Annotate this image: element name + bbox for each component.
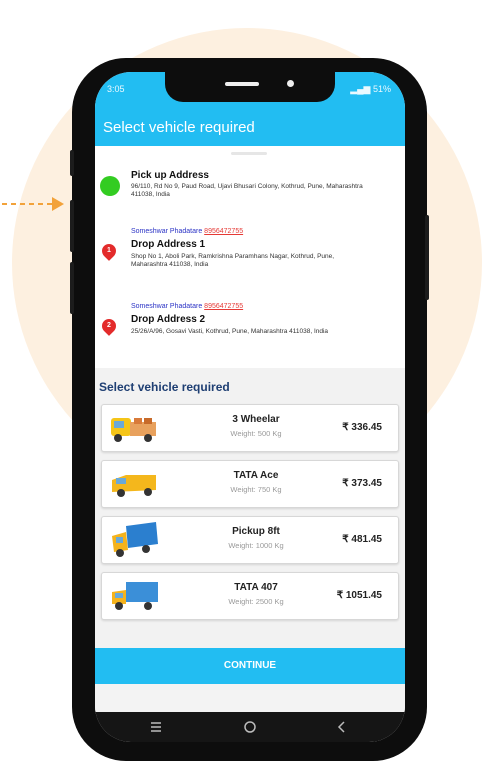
drop-contact: Someshwar Phadatare 8956472755 bbox=[131, 303, 244, 310]
phone-side-button bbox=[70, 200, 74, 252]
pointer-arrow-icon bbox=[2, 197, 64, 211]
vehicle-price: ₹ 336.45 bbox=[342, 422, 382, 433]
speaker bbox=[225, 82, 259, 86]
vehicle-price: ₹ 1051.45 bbox=[336, 590, 382, 601]
section-title: Select vehicle required bbox=[99, 380, 230, 394]
drop-address-text: 25/26/A/96, Gosavi Vasti, Kothrud, Pune,… bbox=[131, 328, 329, 335]
vehicle-card-tata-407[interactable]: TATA 407 Weight: 2500 Kg ₹ 1051.45 bbox=[101, 572, 399, 620]
back-icon[interactable] bbox=[333, 718, 351, 736]
address-list: Pick up Address 96/110, Rd No 9, Paud Ro… bbox=[95, 146, 405, 368]
vehicle-price: ₹ 481.45 bbox=[342, 534, 382, 545]
vehicle-name: TATA Ace bbox=[233, 470, 279, 481]
home-icon[interactable] bbox=[241, 718, 259, 736]
phone-side-button bbox=[70, 262, 74, 314]
mini-truck-icon bbox=[112, 475, 156, 497]
vehicle-card-3-wheelar[interactable]: 3 Wheelar Weight: 500 Kg ₹ 336.45 bbox=[101, 404, 399, 452]
phone-notch bbox=[165, 72, 335, 102]
pickup-truck-icon bbox=[112, 522, 158, 557]
vehicle-price: ₹ 373.45 bbox=[342, 478, 382, 489]
vehicle-name: TATA 407 bbox=[234, 582, 278, 593]
vehicle-card-pickup-8ft[interactable]: Pickup 8ft Weight: 1000 Kg ₹ 481.45 bbox=[101, 516, 399, 564]
pickup-address-text: 96/110, Rd No 9, Paud Road, Ujavi Bhusar… bbox=[131, 183, 363, 198]
vehicle-weight: Weight: 2500 Kg bbox=[228, 597, 284, 606]
continue-button[interactable]: CONTINUE bbox=[95, 648, 405, 684]
auto-rickshaw-icon bbox=[111, 418, 156, 442]
phone-side-button bbox=[70, 150, 74, 176]
vehicle-name: 3 Wheelar bbox=[232, 414, 280, 425]
bottom-spacer bbox=[95, 684, 405, 712]
status-time: 3:05 bbox=[107, 84, 125, 94]
pickup-title: Pick up Address bbox=[131, 170, 209, 181]
drop-contact: Someshwar Phadatare 8956472755 bbox=[131, 228, 244, 235]
vehicle-weight: Weight: 500 Kg bbox=[230, 429, 282, 438]
drop-title: Drop Address 1 bbox=[131, 239, 206, 250]
app-bar: Select vehicle required bbox=[95, 110, 405, 146]
phone-side-button bbox=[425, 215, 429, 300]
pickup-dot-icon bbox=[100, 176, 120, 196]
status-battery: ▂▄▆ 51% bbox=[350, 84, 391, 94]
drop-title: Drop Address 2 bbox=[131, 314, 206, 325]
vehicle-weight: Weight: 750 Kg bbox=[230, 485, 282, 494]
pin-number: 1 bbox=[107, 247, 111, 254]
vehicle-weight: Weight: 1000 Kg bbox=[228, 541, 284, 550]
phone-screen: 3:05 ▂▄▆ 51% Select vehicle required Pic… bbox=[95, 72, 405, 742]
contact-phone-link[interactable]: 8956472755 bbox=[204, 303, 243, 310]
front-camera bbox=[287, 80, 294, 87]
drop-address-text: Shop No 1, Aboli Park, Ramkrishna Paramh… bbox=[131, 253, 335, 268]
vehicle-name: Pickup 8ft bbox=[232, 526, 280, 537]
signal-icon: ▂▄▆ bbox=[350, 84, 371, 94]
truck-icon bbox=[112, 582, 158, 610]
page-title: Select vehicle required bbox=[103, 119, 255, 136]
contact-phone-link[interactable]: 8956472755 bbox=[204, 228, 243, 235]
android-nav-bar bbox=[95, 712, 405, 742]
vehicle-section: Select vehicle required 3 Wheelar Weight… bbox=[95, 368, 405, 648]
pin-number: 2 bbox=[107, 322, 111, 329]
recent-apps-icon[interactable] bbox=[147, 718, 165, 736]
drag-handle[interactable] bbox=[231, 152, 267, 155]
vehicle-card-tata-ace[interactable]: TATA Ace Weight: 750 Kg ₹ 373.45 bbox=[101, 460, 399, 508]
